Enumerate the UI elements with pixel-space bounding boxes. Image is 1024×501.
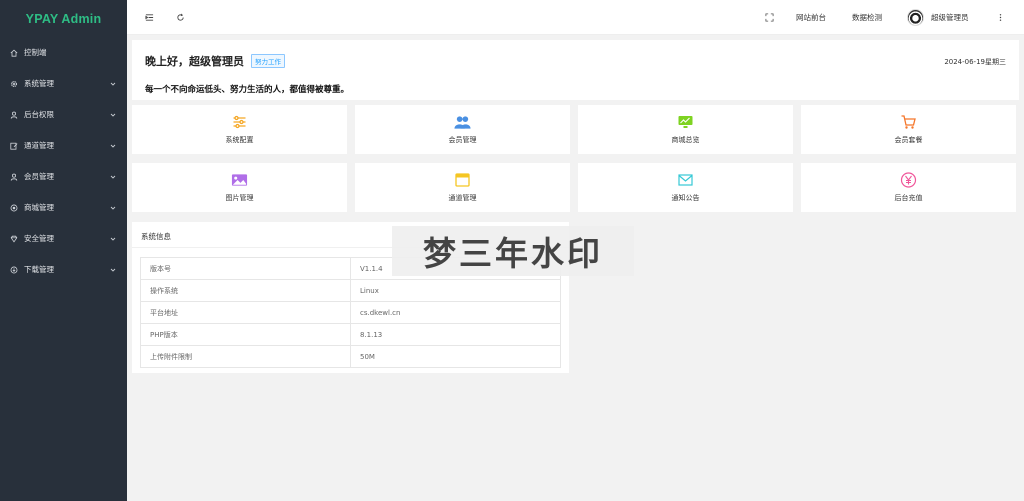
chevron-down-icon: [110, 144, 116, 148]
info-value: 8.1.13: [350, 323, 561, 346]
sidebar-item-permissions[interactable]: 后台权限: [0, 99, 127, 130]
tile-label: 通道管理: [448, 194, 477, 202]
mail-icon: [677, 172, 695, 188]
home-icon: [9, 48, 18, 57]
chevron-down-icon: [110, 268, 116, 272]
shortcut-member-packages[interactable]: 会员套餐: [801, 105, 1016, 154]
watermark: 梦三年水印: [392, 226, 634, 276]
user-icon: [9, 110, 18, 119]
users-icon: [454, 114, 472, 130]
diamond-icon: [9, 234, 18, 243]
info-key: 版本号: [140, 257, 351, 280]
current-date: 2024-06-19星期三: [944, 58, 1006, 66]
chevron-down-icon: [110, 206, 116, 210]
sidebar-nav: 控制端 系统管理 后台权限 通道管理 会员管理 商城管理 安全管理 下载管理: [0, 37, 127, 285]
table-row: 平台地址 cs.dkewl.cn: [140, 301, 561, 324]
info-value: 50M: [350, 345, 561, 368]
chevron-down-icon: [110, 175, 116, 179]
info-key: 平台地址: [140, 301, 351, 324]
avatar: [907, 9, 924, 26]
motto-text: 每一个不向命运低头、努力生活的人，都值得被尊重。: [145, 85, 350, 95]
sidebar-item-dashboard[interactable]: 控制端: [0, 37, 127, 68]
sidebar-item-label: 商城管理: [24, 203, 54, 212]
monitor-chart-icon: [677, 114, 695, 130]
welcome-card: 晚上好，超级管理员 努力工作 2024-06-19星期三 每一个不向命运低头、努…: [132, 40, 1019, 100]
sidebar-item-label: 通道管理: [24, 141, 54, 150]
table-row: 上传附件限制 50M: [140, 345, 561, 368]
sidebar-item-shop[interactable]: 商城管理: [0, 192, 127, 223]
shortcut-channels[interactable]: 通道管理: [355, 163, 570, 212]
app-logo[interactable]: YPAY Admin: [0, 0, 127, 37]
sidebar-item-downloads[interactable]: 下载管理: [0, 254, 127, 285]
refresh-button[interactable]: [176, 0, 185, 35]
sidebar-item-label: 系统管理: [24, 79, 54, 88]
tile-label: 系统配置: [225, 136, 254, 144]
edit-icon: [9, 141, 18, 150]
shortcut-images[interactable]: 图片管理: [132, 163, 347, 212]
greeting: 晚上好，超级管理员 努力工作: [145, 53, 285, 69]
tile-label: 通知公告: [671, 194, 700, 202]
more-vertical-icon: [999, 14, 1002, 21]
shortcut-recharge[interactable]: 后台充值: [801, 163, 1016, 212]
menu-fold-icon: [145, 14, 154, 21]
table-row: PHP版本 8.1.13: [140, 323, 561, 346]
fullscreen-icon: [765, 13, 774, 22]
table-row: 操作系统 Linux: [140, 279, 561, 302]
sidebar-item-channels[interactable]: 通道管理: [0, 130, 127, 161]
sidebar-item-label: 下载管理: [24, 265, 54, 274]
system-info-title: 系统信息: [141, 232, 171, 241]
user-name: 超级管理员: [931, 13, 969, 22]
chevron-down-icon: [110, 237, 116, 241]
sidebar-item-system[interactable]: 系统管理: [0, 68, 127, 99]
image-icon: [231, 172, 249, 188]
frontend-link[interactable]: 网站前台: [796, 0, 826, 35]
tile-label: 会员套餐: [894, 136, 923, 144]
tile-label: 商城总览: [671, 136, 700, 144]
sidebar: YPAY Admin 控制端 系统管理 后台权限 通道管理 会员管理 商城管理 …: [0, 0, 127, 501]
greeting-text: 晚上好，超级管理员: [145, 55, 244, 68]
refresh-icon: [177, 13, 184, 21]
info-key: 上传附件限制: [140, 345, 351, 368]
cart-icon: [900, 114, 918, 130]
circle-dot-icon: [9, 203, 18, 212]
menu-toggle-button[interactable]: [145, 0, 154, 35]
chevron-down-icon: [110, 82, 116, 86]
info-key: 操作系统: [140, 279, 351, 302]
sliders-icon: [231, 114, 249, 130]
tile-label: 后台充值: [894, 194, 923, 202]
top-header: 网站前台 数据检测 超级管理员: [127, 0, 1024, 35]
data-check-link[interactable]: 数据检测: [852, 0, 882, 35]
sidebar-item-label: 后台权限: [24, 110, 54, 119]
more-button[interactable]: [996, 0, 1005, 35]
chevron-down-icon: [110, 113, 116, 117]
yen-icon: [900, 172, 918, 188]
status-badge: 努力工作: [251, 54, 285, 68]
info-value: cs.dkewl.cn: [350, 301, 561, 324]
user-icon: [9, 172, 18, 181]
shortcut-notices[interactable]: 通知公告: [578, 163, 793, 212]
user-menu[interactable]: 超级管理员: [907, 0, 969, 35]
window-icon: [454, 172, 472, 188]
sidebar-item-security[interactable]: 安全管理: [0, 223, 127, 254]
fullscreen-button[interactable]: [765, 0, 774, 35]
tile-label: 会员管理: [448, 136, 477, 144]
shortcut-system-config[interactable]: 系统配置: [132, 105, 347, 154]
gear-icon: [9, 79, 18, 88]
sidebar-item-label: 安全管理: [24, 234, 54, 243]
download-icon: [9, 265, 18, 274]
info-value: Linux: [350, 279, 561, 302]
shortcut-members[interactable]: 会员管理: [355, 105, 570, 154]
shortcut-shop-overview[interactable]: 商城总览: [578, 105, 793, 154]
sidebar-item-label: 会员管理: [24, 172, 54, 181]
sidebar-item-members[interactable]: 会员管理: [0, 161, 127, 192]
info-key: PHP版本: [140, 323, 351, 346]
sidebar-item-label: 控制端: [24, 48, 47, 57]
tile-label: 图片管理: [225, 194, 254, 202]
